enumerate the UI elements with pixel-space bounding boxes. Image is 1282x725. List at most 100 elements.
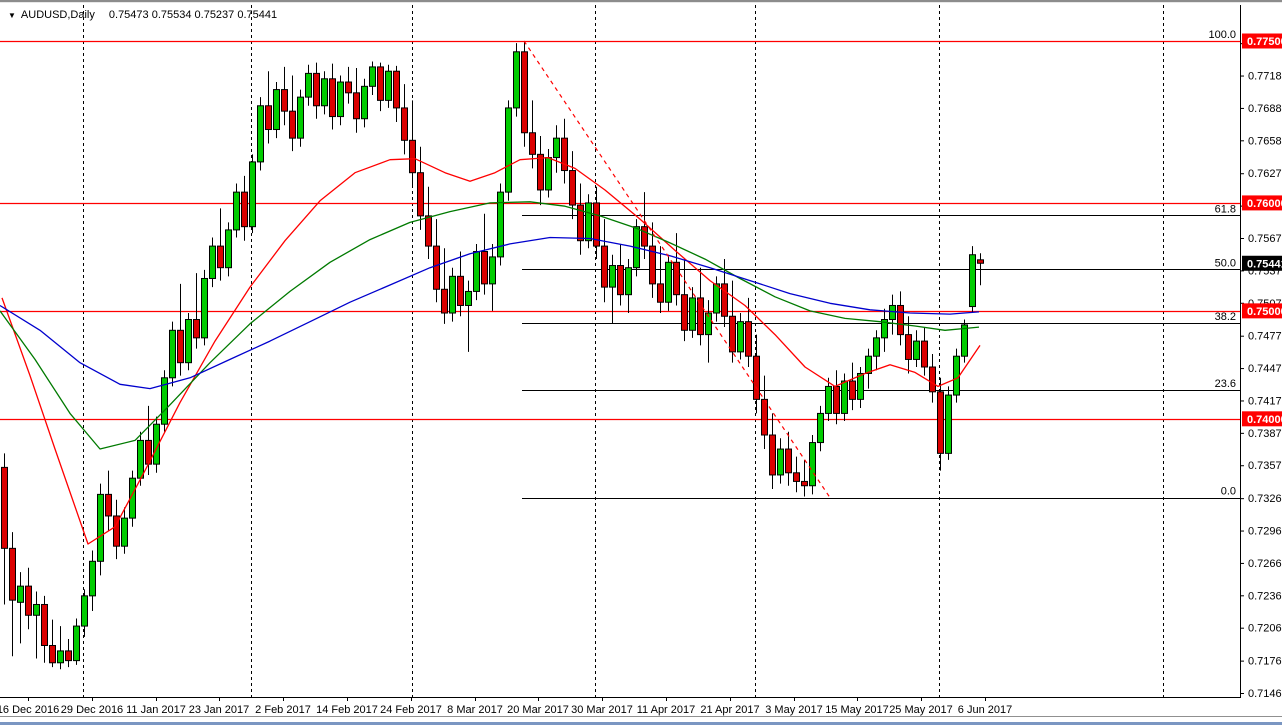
bull-candle bbox=[202, 278, 208, 337]
price-axis-label: 0.74170 bbox=[1248, 395, 1282, 407]
candlestick-chart: 100.061.850.038.223.60.00.774800.771800.… bbox=[0, 0, 1282, 725]
bull-candle bbox=[610, 266, 616, 288]
bull-candle bbox=[842, 381, 848, 413]
bear-candle bbox=[394, 71, 400, 108]
bear-candle bbox=[266, 106, 272, 130]
fibonacci-level-label: 0.0 bbox=[1221, 486, 1236, 498]
ohlc-quote-values: 0.75473 0.75534 0.75237 0.75441 bbox=[109, 9, 277, 21]
bear-candle bbox=[482, 251, 488, 283]
bull-candle bbox=[274, 90, 280, 130]
date-axis-label: 20 Mar 2017 bbox=[507, 704, 569, 716]
bear-candle bbox=[802, 481, 808, 485]
chart-title: ▼AUDUSD,Daily0.75473 0.75534 0.75237 0.7… bbox=[8, 9, 277, 33]
bull-candle bbox=[122, 518, 128, 546]
bear-candle bbox=[746, 322, 752, 357]
price-axis-label: 0.73870 bbox=[1248, 428, 1282, 440]
chart-window: ▼AUDUSD,Daily0.75473 0.75534 0.75237 0.7… bbox=[0, 0, 1282, 725]
date-axis-label: 21 Apr 2017 bbox=[700, 704, 759, 716]
bull-candle bbox=[586, 203, 592, 241]
price-level-tag-label: 0.76000 bbox=[1247, 198, 1282, 210]
bull-candle bbox=[386, 71, 392, 100]
bear-candle bbox=[242, 192, 248, 227]
bear-candle bbox=[850, 381, 856, 399]
bear-candle bbox=[730, 316, 736, 352]
bull-candle bbox=[626, 268, 632, 295]
bear-candle bbox=[402, 108, 408, 140]
bull-candle bbox=[210, 246, 216, 278]
price-level-tag-label: 0.75000 bbox=[1247, 306, 1282, 318]
bear-candle bbox=[354, 93, 360, 119]
bear-candle bbox=[674, 262, 680, 294]
price-axis-label: 0.72365 bbox=[1248, 590, 1282, 602]
bear-candle bbox=[786, 449, 792, 473]
bull-candle bbox=[74, 626, 80, 661]
bull-candle bbox=[226, 230, 232, 268]
bull-candle bbox=[338, 82, 344, 117]
bear-candle bbox=[314, 73, 320, 105]
bear-candle bbox=[434, 246, 440, 289]
date-axis-label: 2 Feb 2017 bbox=[255, 704, 311, 716]
fibonacci-level-label: 61.8 bbox=[1215, 203, 1236, 215]
bull-candle bbox=[954, 356, 960, 395]
bear-candle bbox=[978, 260, 984, 263]
bull-candle bbox=[138, 440, 144, 478]
bull-candle bbox=[826, 386, 832, 413]
bear-candle bbox=[194, 320, 200, 338]
bull-candle bbox=[946, 395, 952, 453]
bear-candle bbox=[106, 494, 112, 516]
date-axis-label: 16 Dec 2016 bbox=[0, 704, 59, 716]
bear-candle bbox=[938, 392, 944, 454]
price-axis-label: 0.77180 bbox=[1248, 71, 1282, 83]
price-axis-label: 0.76580 bbox=[1248, 135, 1282, 147]
bear-candle bbox=[618, 266, 624, 295]
bull-candle bbox=[322, 79, 328, 106]
bear-candle bbox=[346, 82, 352, 93]
bull-candle bbox=[506, 108, 512, 192]
price-level-tag-label: 0.77500 bbox=[1247, 36, 1282, 48]
bull-candle bbox=[970, 255, 976, 307]
bull-candle bbox=[490, 257, 496, 284]
bear-candle bbox=[66, 651, 72, 661]
bear-candle bbox=[26, 586, 32, 615]
bear-candle bbox=[922, 341, 928, 367]
date-axis-label: 11 Jan 2017 bbox=[126, 704, 186, 716]
bull-candle bbox=[450, 276, 456, 313]
current-price-tag-label: 0.75441 bbox=[1247, 258, 1282, 270]
bear-candle bbox=[570, 171, 576, 206]
bull-candle bbox=[810, 443, 816, 486]
bull-candle bbox=[98, 494, 104, 561]
price-axis-label: 0.72965 bbox=[1248, 526, 1282, 538]
bear-candle bbox=[538, 154, 544, 190]
date-axis-label: 25 May 2017 bbox=[889, 704, 953, 716]
bear-candle bbox=[178, 330, 184, 362]
bull-candle bbox=[514, 52, 520, 108]
price-axis-label: 0.72065 bbox=[1248, 623, 1282, 635]
symbol-dropdown-icon[interactable]: ▼ bbox=[8, 11, 16, 20]
bear-candle bbox=[698, 298, 704, 335]
bull-candle bbox=[306, 73, 312, 97]
date-axis-label: 14 Feb 2017 bbox=[316, 704, 378, 716]
window-top-edge-highlight bbox=[0, 2, 1282, 3]
date-axis-label: 3 May 2017 bbox=[765, 704, 822, 716]
price-axis-label: 0.76880 bbox=[1248, 103, 1282, 115]
bear-candle bbox=[2, 467, 8, 548]
bear-candle bbox=[658, 284, 664, 302]
bull-candle bbox=[18, 586, 24, 602]
bull-candle bbox=[186, 320, 192, 363]
fibonacci-level-label: 23.6 bbox=[1215, 378, 1236, 390]
bull-candle bbox=[554, 138, 560, 157]
bull-candle bbox=[738, 322, 744, 352]
bear-candle bbox=[330, 79, 336, 117]
bear-candle bbox=[42, 604, 48, 645]
bear-candle bbox=[50, 646, 56, 663]
date-axis-label: 24 Feb 2017 bbox=[380, 704, 442, 716]
bear-candle bbox=[754, 356, 760, 399]
bear-candle bbox=[458, 276, 464, 305]
date-axis-label: 23 Jan 2017 bbox=[189, 704, 250, 716]
bear-candle bbox=[930, 367, 936, 392]
bull-candle bbox=[666, 262, 672, 302]
bull-candle bbox=[690, 298, 696, 330]
bear-candle bbox=[602, 246, 608, 287]
bear-candle bbox=[906, 335, 912, 360]
bear-candle bbox=[770, 435, 776, 475]
